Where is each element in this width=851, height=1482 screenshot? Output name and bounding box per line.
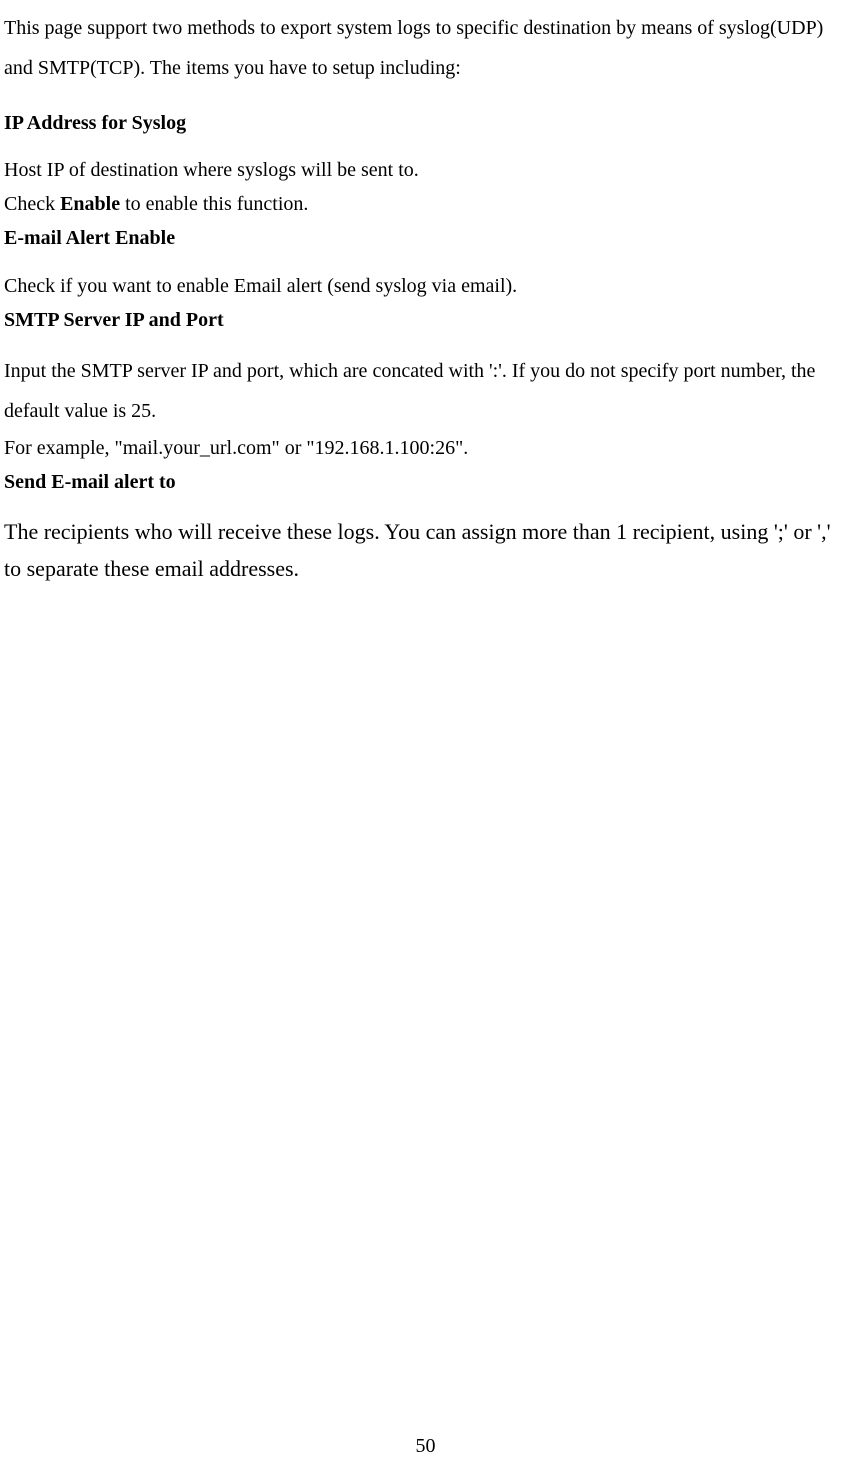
heading-smtp-server: SMTP Server IP and Port: [4, 303, 851, 337]
heading-email-alert: E-mail Alert Enable: [4, 221, 851, 255]
ip-syslog-description-2: Check Enable to enable this function.: [4, 187, 851, 221]
smtp-description-2: For example, "mail.your_url.com" or "192…: [4, 431, 851, 465]
page-number: 50: [0, 1435, 851, 1458]
text-enable-bold: Enable: [60, 193, 120, 215]
send-email-description: The recipients who will receive these lo…: [4, 513, 851, 588]
heading-send-email-alert: Send E-mail alert to: [4, 465, 851, 499]
intro-paragraph: This page support two methods to export …: [4, 8, 851, 88]
text-enable-suffix: to enable this function.: [120, 193, 308, 215]
ip-syslog-description-1: Host IP of destination where syslogs wil…: [4, 153, 851, 187]
email-alert-description: Check if you want to enable Email alert …: [4, 269, 851, 303]
heading-ip-address-syslog: IP Address for Syslog: [4, 112, 851, 135]
text-check: Check: [4, 193, 60, 215]
document-content: This page support two methods to export …: [0, 0, 851, 588]
smtp-description-1: Input the SMTP server IP and port, which…: [4, 351, 851, 431]
